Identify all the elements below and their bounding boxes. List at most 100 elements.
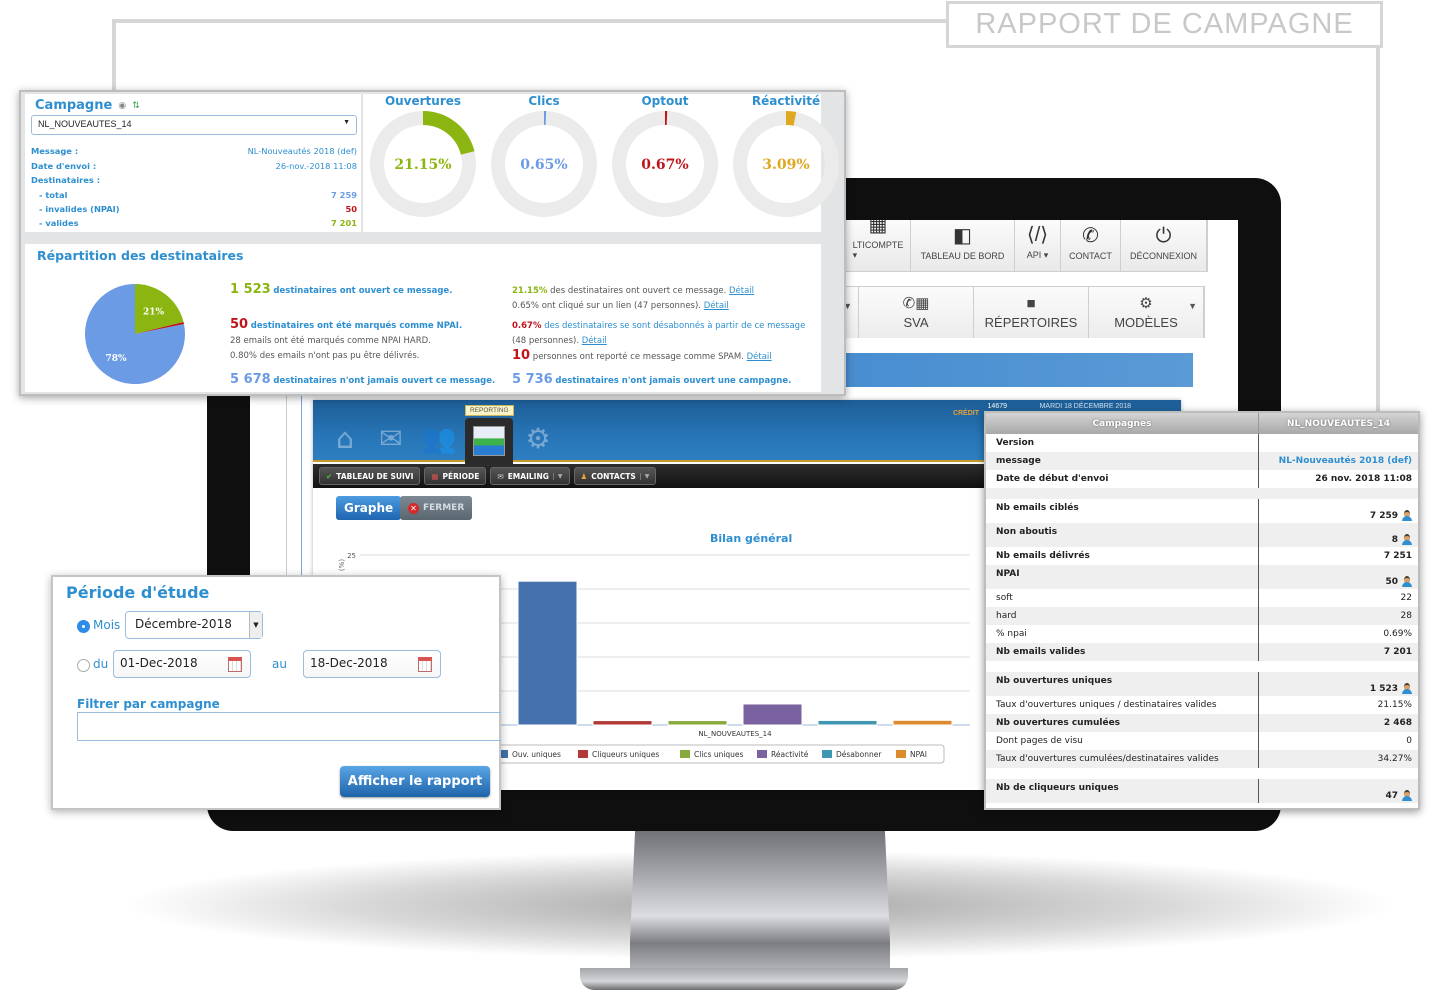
row-value-cell (1259, 488, 1418, 499)
swap-icon[interactable]: ⇅ (132, 101, 140, 111)
table-row: Taux d'ouvertures cumulées/destinataires… (986, 750, 1418, 768)
legend-label: Désabonner (836, 750, 882, 759)
unsubscribe-detail-link[interactable]: Détail (582, 336, 607, 346)
toolbar-emailing[interactable]: ✉ EMAILING ▼ (490, 467, 570, 485)
table-row: soft 22 (986, 589, 1418, 607)
user-list-icon[interactable] (1402, 534, 1412, 545)
toolbar-contacts[interactable]: ♟ CONTACTS ▼ (573, 467, 657, 485)
row-label: Nb emails ciblés (986, 499, 1259, 523)
chevron-down-icon[interactable]: ▼ (639, 472, 649, 480)
campaign-heading: Campagne ◉ ⇅ (35, 98, 140, 113)
building-icon: ▦ (868, 220, 888, 236)
envelope-icon[interactable]: ✉ (371, 422, 411, 456)
gauge-title: Clics (528, 94, 560, 108)
user-list-icon[interactable] (1402, 683, 1412, 694)
row-value: 28 (1400, 611, 1412, 621)
home-icon[interactable]: ⌂ (325, 422, 365, 456)
phone-calculator-icon: ✆▦ (902, 294, 930, 312)
month-select[interactable]: Décembre-2018 ▼ (125, 611, 263, 639)
click-detail-link[interactable]: Détail (704, 301, 729, 311)
open-detail-link[interactable]: Détail (729, 286, 754, 296)
toolbar-tableau-de-suivi[interactable]: ✔ TABLEAU DE SUIVI (319, 467, 421, 485)
chevron-down-icon[interactable]: ▼ (552, 472, 563, 480)
row-value-cell: 21.15% (1259, 696, 1418, 714)
fermer-button[interactable]: ✕ FERMER (400, 496, 473, 520)
npai-stat: 50 destinataires ont été marqués comme N… (230, 317, 462, 364)
graphe-button[interactable]: Graphe (336, 496, 402, 520)
month-radio[interactable] (77, 620, 90, 633)
row-label: Non aboutis (986, 523, 1259, 547)
date-to-input[interactable]: 18-Dec-2018 (303, 650, 441, 678)
row-label: Nb de cliqueurs uniques (986, 779, 1259, 803)
row-value: 0 (1406, 736, 1412, 746)
top-nav-item[interactable]: ⟨/⟩ API ▾ (1015, 220, 1061, 271)
row-value-cell: 2 468 (1259, 714, 1418, 732)
chevron-down-icon: ▼ (1188, 301, 1197, 311)
x-tick-label: NL_NOUVEAUTES_14 (698, 730, 772, 738)
frame-line (112, 19, 946, 23)
y-tick-label: 25 (347, 552, 356, 560)
campaign-detail-table: Campagnes NL_NOUVEAUTES_14 Version messag… (984, 411, 1420, 810)
range-radio[interactable] (77, 659, 90, 672)
sub-nav-item[interactable]: ⚙ MODÈLES ▼ (1089, 287, 1204, 338)
users-icon[interactable]: 👥 (419, 422, 459, 456)
user-list-icon[interactable] (1402, 576, 1412, 587)
date-from-input[interactable]: 01-Dec-2018 (113, 650, 251, 678)
gauge-clics: Clics 0.65% (484, 94, 604, 220)
row-value-cell: 7 259 (1259, 499, 1418, 523)
gauge-value: 0.65% (520, 157, 567, 173)
refresh-icon[interactable]: ◉ (118, 101, 126, 111)
table-row: Nb emails ciblés 7 259 (986, 499, 1418, 523)
never-opened-message-text: destinataires n'ont jamais ouvert ce mes… (273, 376, 496, 386)
campaign-filter-input[interactable] (77, 712, 501, 741)
row-value-cell: NL-Nouveautés 2018 (def) (1259, 452, 1418, 470)
top-nav-item[interactable]: ✆ CONTACT (1061, 220, 1121, 271)
chevron-down-icon: ▼ (343, 119, 350, 126)
campaign-select[interactable]: NL_NOUVEAUTES_14 ▼ (31, 115, 357, 135)
settings-icon[interactable]: ⚙ (518, 422, 558, 456)
sub-nav-label: RÉPERTOIRES (984, 314, 1078, 330)
unsubscribe-text: des destinataires se sont désabonnés à p… (544, 321, 806, 331)
calendar-icon[interactable] (228, 657, 242, 672)
calendar-icon[interactable] (418, 657, 432, 672)
spam-detail-link[interactable]: Détail (747, 352, 772, 362)
never-opened-campaign-stat: 5 736 destinataires n'ont jamais ouvert … (512, 372, 791, 389)
sub-nav-label: MODÈLES (1114, 314, 1178, 330)
row-value: 7 201 (1383, 647, 1412, 657)
row-label (986, 488, 1259, 499)
top-nav-item[interactable]: ▦ LTICOMPTE ▾ (846, 220, 911, 271)
never-opened-campaign-count: 5 736 (512, 372, 553, 387)
column-header-campaign-name: NL_NOUVEAUTES_14 (1286, 418, 1391, 429)
monitor-base (580, 968, 908, 990)
legend-swatch (757, 750, 767, 758)
reporting-tooltip: REPORTING (465, 405, 514, 416)
top-nav-item[interactable]: ⏻ DÉCONNEXION (1121, 220, 1207, 271)
sub-nav-item[interactable]: ■ RÉPERTOIRES (974, 287, 1089, 338)
from-label: du (93, 657, 109, 671)
contacts-icon: ♟ (580, 471, 588, 481)
user-list-icon[interactable] (1402, 790, 1412, 801)
user-list-icon[interactable] (1402, 510, 1412, 521)
legend-label: NPAI (910, 750, 927, 759)
spam-count: 10 (512, 348, 531, 363)
unsubscribe-stat: 0.67% des destinataires se sont désabonn… (512, 319, 805, 349)
row-value[interactable]: NL-Nouveautés 2018 (def) (1279, 456, 1412, 466)
gear-icon: ⚙ (1139, 294, 1153, 312)
month-label: Mois (93, 618, 121, 632)
row-label: Nb ouvertures uniques (986, 672, 1259, 696)
top-nav-label: LTICOMPTE ▾ (852, 240, 904, 260)
gauge-title: Ouvertures (384, 94, 462, 108)
unsubscribe-rate: 0.67% (512, 321, 542, 331)
table-row: Date de début d'envoi 26 nov. 2018 11:08 (986, 470, 1418, 488)
top-nav-label: DÉCONNEXION (1129, 251, 1197, 261)
reporting-tab[interactable] (465, 418, 513, 464)
table-row: NPAI 50 (986, 565, 1418, 589)
sub-nav-item[interactable]: ✆▦ SVA (859, 287, 974, 338)
show-report-button[interactable]: Afficher le rapport (340, 766, 490, 797)
to-label: au (272, 657, 287, 671)
campaign-filter-label: Filtrer par campagne (77, 697, 220, 711)
table-spacer (986, 488, 1418, 499)
toolbar-p-riode[interactable]: ▦ PÉRIODE (424, 467, 487, 485)
row-value: 47 (1385, 791, 1398, 801)
top-nav-item[interactable]: ◧ TABLEAU DE BORD (911, 220, 1015, 271)
